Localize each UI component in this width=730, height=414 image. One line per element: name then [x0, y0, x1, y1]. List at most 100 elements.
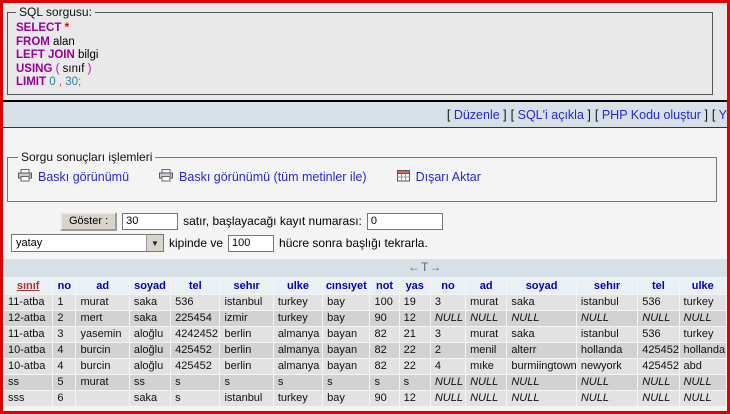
column-sort-link[interactable]: soyad — [134, 280, 166, 292]
table-cell: 2 — [53, 311, 75, 326]
table-cell: 10-atba — [4, 359, 52, 374]
start-record-input[interactable] — [367, 213, 443, 230]
table-row: sss6sakasistanbulturkeybay9012NULLNULLNU… — [4, 391, 726, 406]
sql-query-section: SQL sorgusu: SELECT *FROM alanLEFT JOIN … — [3, 3, 727, 100]
column-sort-link[interactable]: no — [58, 280, 71, 292]
column-sort-link[interactable]: tel — [189, 280, 202, 292]
column-sort-link[interactable]: sehır — [594, 280, 620, 292]
query-action-link[interactable]: Y — [719, 108, 727, 122]
operation-link[interactable]: Baskı görünümü (tüm metinler ile) — [179, 170, 367, 184]
table-cell: burmiingtown — [507, 359, 575, 374]
query-links-band: [ Düzenle ][ SQL'i açıkla ][ PHP Kodu ol… — [3, 100, 727, 128]
column-sort-link[interactable]: soyad — [526, 280, 558, 292]
column-header-not: not — [370, 278, 398, 294]
table-cell: 425452 — [638, 359, 678, 374]
show-button[interactable]: Göster : — [60, 212, 117, 231]
table-cell: s — [171, 391, 219, 406]
table-cell: berlin — [220, 343, 272, 358]
table-cell: turkey — [680, 327, 726, 342]
table-cell: NULL — [680, 391, 726, 406]
column-sort-link[interactable]: ad — [480, 280, 493, 292]
table-cell: 3 — [431, 327, 465, 342]
table-cell: 536 — [171, 295, 219, 310]
table-cell: 4242452 — [171, 327, 219, 342]
column-sort-link[interactable]: ulke — [287, 280, 309, 292]
sql-token: ) — [84, 63, 91, 75]
operation-link[interactable]: Dışarı Aktar — [416, 170, 481, 184]
table-cell: 10-atba — [4, 343, 52, 358]
sql-token: bilgi — [75, 49, 99, 61]
table-top-band: ←T→ — [3, 259, 727, 277]
operation-item[interactable]: Baskı görünümü — [18, 169, 129, 185]
column-header-tel: tel — [638, 278, 678, 294]
table-cell: NULL — [680, 311, 726, 326]
table-cell: hollanda — [680, 343, 726, 358]
table-cell: 3 — [431, 295, 465, 310]
column-sort-link[interactable]: not — [376, 280, 393, 292]
row-count-input[interactable] — [122, 213, 178, 230]
mode-label: kipinde ve — [169, 236, 223, 250]
query-action-link[interactable]: PHP Kodu oluştur — [602, 108, 701, 122]
table-cell: 4 — [431, 359, 465, 374]
table-cell: abd — [680, 359, 726, 374]
column-sort-link[interactable]: ulke — [692, 280, 714, 292]
table-cell: burcin — [76, 343, 128, 358]
table-cell: 12 — [400, 311, 430, 326]
table-cell: berlin — [220, 327, 272, 342]
table-cell: 425452 — [171, 343, 219, 358]
table-cell: istanbul — [220, 295, 272, 310]
table-cell: menil — [466, 343, 506, 358]
table-cell: istanbul — [577, 295, 637, 310]
sql-token: ; — [78, 76, 81, 88]
table-cell: 90 — [370, 311, 398, 326]
table-cell: 225454 — [171, 311, 219, 326]
cell-repeat-input[interactable] — [228, 235, 274, 252]
table-cell: hollanda — [577, 343, 637, 358]
column-sort-link[interactable]: no — [441, 280, 454, 292]
operation-item[interactable]: Dışarı Aktar — [397, 170, 481, 185]
table-row: 11-atba3yaseminaloğlu4242452berlinalmany… — [4, 327, 726, 342]
operation-link[interactable]: Baskı görünümü — [38, 170, 129, 184]
table-cell: 100 — [370, 295, 398, 310]
table-cell: izmir — [220, 311, 272, 326]
column-sort-link[interactable]: sehır — [233, 280, 259, 292]
table-cell: sss — [4, 391, 52, 406]
table-cell: turkey — [680, 295, 726, 310]
column-sort-link[interactable]: tel — [652, 280, 665, 292]
export-icon — [397, 170, 411, 185]
query-action-link[interactable]: SQL'i açıkla — [518, 108, 584, 122]
column-sort-link[interactable]: sınıf — [17, 280, 40, 292]
sql-token: USING — [16, 63, 52, 75]
display-mode-value: yatay — [12, 235, 146, 251]
table-cell: s — [274, 375, 322, 390]
column-header-sehır: sehır — [220, 278, 272, 294]
table-cell: s — [220, 375, 272, 390]
column-sort-link[interactable]: cınsıyet — [326, 280, 367, 292]
table-cell: alterr — [507, 343, 575, 358]
column-sort-link[interactable]: ad — [96, 280, 109, 292]
query-operations-row: Baskı görünümü Baskı görünümü (tüm metinl… — [18, 169, 706, 185]
operation-item[interactable]: Baskı görünümü (tüm metinler ile) — [159, 169, 367, 185]
column-header-ulke: ulke — [274, 278, 322, 294]
phpmyadmin-results-page: SQL sorgusu: SELECT *FROM alanLEFT JOIN … — [0, 0, 730, 414]
show-form-line1: Göster : satır, başlayacağı kayıt numara… — [60, 211, 727, 231]
table-cell: NULL — [680, 375, 726, 390]
sql-code: SELECT *FROM alanLEFT JOIN bilgiUSING ( … — [16, 22, 704, 90]
sql-line: LEFT JOIN bilgi — [16, 49, 704, 63]
column-header-soyad: soyad — [130, 278, 170, 294]
column-header-ad: ad — [76, 278, 128, 294]
table-cell: murat — [466, 295, 506, 310]
header-toggle-control[interactable]: ←T→ — [408, 260, 442, 274]
table-cell: ss — [4, 375, 52, 390]
table-cell: bay — [323, 391, 369, 406]
column-sort-link[interactable]: yas — [406, 280, 424, 292]
table-row: ss5muratssssssssNULLNULLNULLNULLNULLNULL — [4, 375, 726, 390]
table-cell — [76, 391, 128, 406]
table-cell: NULL — [466, 375, 506, 390]
table-cell: almanya — [274, 343, 322, 358]
table-cell: 82 — [370, 359, 398, 374]
display-mode-select[interactable]: yatay ▼ — [11, 234, 164, 252]
table-cell: 6 — [53, 391, 75, 406]
query-action-link[interactable]: Düzenle — [454, 108, 500, 122]
table-cell: bay — [323, 311, 369, 326]
